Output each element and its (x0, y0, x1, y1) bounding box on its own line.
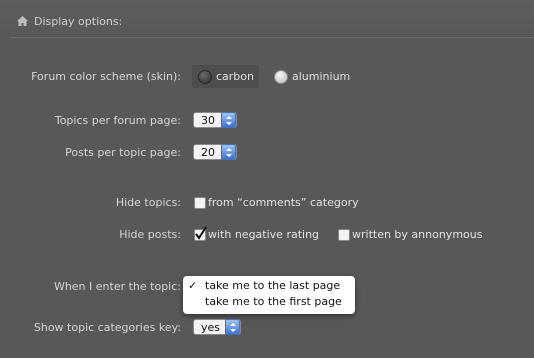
negative-rating-checkbox[interactable] (194, 226, 207, 241)
posts-per-page-value: 20 (201, 146, 215, 159)
categories-key-select[interactable]: yes (193, 319, 241, 335)
categories-key-label: Show topic categories key: (33, 321, 181, 334)
enter-topic-menu[interactable]: ✓ take me to the last page take me to th… (183, 276, 355, 314)
section-header: Display options: (0, 0, 534, 38)
house-icon (17, 16, 28, 26)
carbon-radio[interactable] (198, 70, 212, 84)
carbon-label: carbon (216, 70, 254, 83)
stepper-arrows-icon (221, 144, 236, 160)
skin-label: Forum color scheme (skin): (31, 70, 181, 83)
annonymous-label[interactable]: written by annonymous (352, 228, 482, 241)
header-divider (10, 37, 534, 38)
hide-topics-label: Hide topics: (115, 196, 181, 209)
negative-rating-label[interactable]: with negative rating (208, 228, 319, 241)
menu-item-last-page[interactable]: take me to the last page (205, 279, 340, 292)
selected-check-icon: ✓ (188, 279, 198, 292)
stepper-arrows-icon (221, 112, 236, 128)
stepper-arrows-icon (225, 319, 240, 335)
enter-topic-label: When I enter the topic: (53, 280, 181, 293)
posts-per-page-select[interactable]: 20 (193, 144, 237, 160)
aluminium-label[interactable]: aluminium (292, 70, 350, 83)
topics-per-page-select[interactable]: 30 (193, 112, 237, 128)
section-title: Display options: (34, 15, 123, 28)
checkmark-icon (195, 226, 207, 240)
hide-comments-checkbox[interactable] (194, 197, 206, 209)
hide-posts-label: Hide posts: (119, 228, 181, 241)
annonymous-checkbox[interactable] (338, 229, 350, 241)
topics-per-page-label: Topics per forum page: (54, 114, 181, 127)
aluminium-radio[interactable] (274, 70, 288, 84)
hide-comments-label[interactable]: from “comments” category (208, 196, 359, 209)
posts-per-page-label: Posts per topic page: (65, 146, 181, 159)
topics-per-page-value: 30 (201, 114, 215, 127)
categories-key-value: yes (201, 321, 221, 334)
skin-carbon-option[interactable]: carbon (192, 65, 259, 88)
menu-item-first-page[interactable]: take me to the first page (205, 295, 342, 308)
